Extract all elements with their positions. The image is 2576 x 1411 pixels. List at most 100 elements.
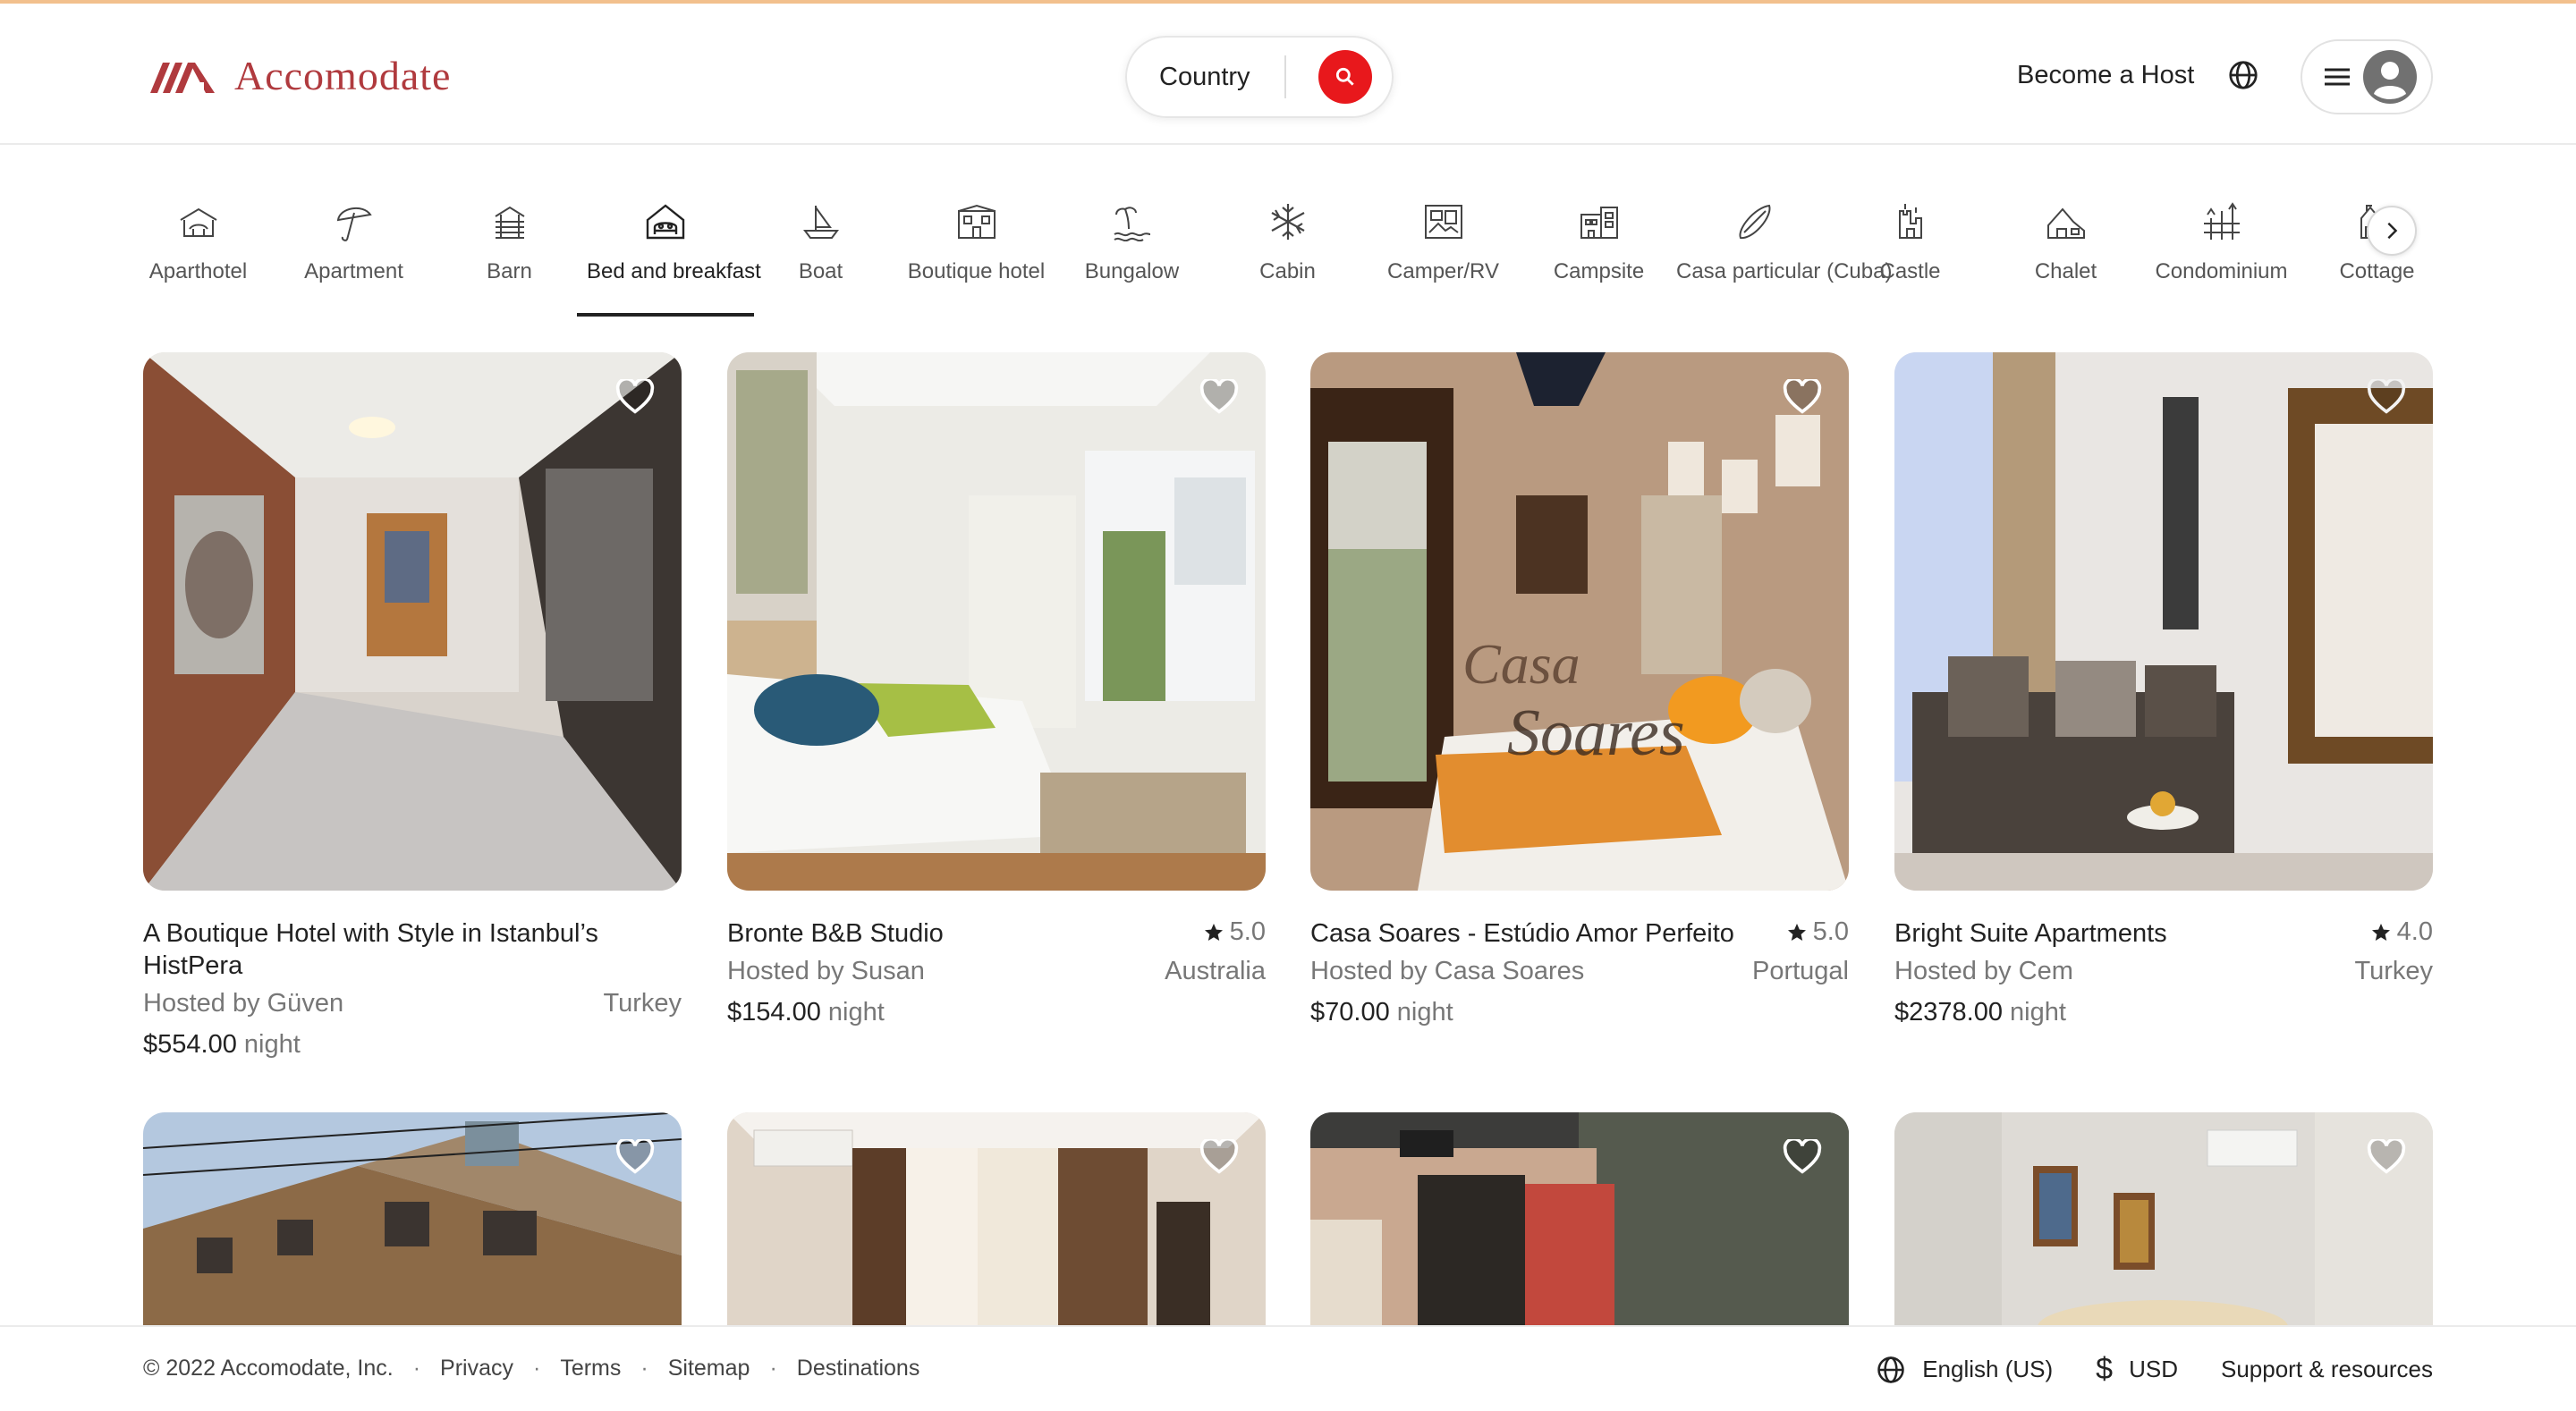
- boutique-hotel-icon: [957, 204, 996, 239]
- star-icon: [2371, 923, 2390, 941]
- listing-rating-value: 5.0: [1812, 917, 1849, 946]
- listing-card[interactable]: Bronte B&B Studio 5.0 Hosted by Susan Au…: [727, 352, 1266, 1028]
- listing-price-unit: night: [243, 1030, 301, 1059]
- category-bungalow[interactable]: Bungalow: [1054, 202, 1210, 284]
- footer-separator: ·: [533, 1356, 541, 1381]
- language-button[interactable]: [2227, 59, 2259, 96]
- listing-photo-hallway: [143, 352, 682, 891]
- listing-price: $154.00 night: [727, 996, 1266, 1028]
- listing-rating-value: 5.0: [1229, 917, 1266, 946]
- listing-title[interactable]: Bright Suite Apartments: [1894, 917, 2167, 950]
- category-bed-and-breakfast[interactable]: Bed and breakfast: [587, 202, 761, 284]
- dollar-icon: $: [2096, 1352, 2114, 1386]
- listing-photo[interactable]: [727, 352, 1266, 891]
- footer-link-destinations[interactable]: Destinations: [797, 1356, 920, 1381]
- category-chalet[interactable]: Chalet: [1987, 202, 2144, 284]
- heart-icon: [1199, 1136, 1239, 1174]
- user-menu-button[interactable]: [2301, 39, 2433, 114]
- user-avatar-icon: [2363, 50, 2417, 104]
- listing-price-unit: night: [1396, 998, 1453, 1027]
- heart-icon: [615, 1136, 655, 1174]
- footer-link-privacy[interactable]: Privacy: [440, 1356, 513, 1381]
- language-selector[interactable]: English (US): [1876, 1355, 2053, 1385]
- star-icon: [1787, 923, 1806, 941]
- currency-selector[interactable]: $ USD: [2096, 1352, 2178, 1387]
- listing-card[interactable]: [1310, 1112, 1849, 1327]
- footer-right: English (US) $ USD Support & resources: [1833, 1352, 2433, 1387]
- category-camper-rv[interactable]: Camper/RV: [1365, 202, 1521, 284]
- category-condominium[interactable]: Condominium: [2143, 202, 2300, 284]
- footer-link-terms[interactable]: Terms: [560, 1356, 621, 1381]
- castle-icon: [1898, 204, 1922, 239]
- chalet-icon: [2046, 207, 2085, 239]
- category-casa-particular[interactable]: Casa particular (Cuba): [1676, 202, 1892, 284]
- listing-photo-casa-soares: Casa Soares: [1310, 352, 1849, 891]
- listing-price: $70.00 night: [1310, 996, 1849, 1028]
- brand-logo[interactable]: Accomodate: [150, 52, 451, 99]
- favorite-button[interactable]: [2367, 1136, 2406, 1179]
- favorite-button[interactable]: [1199, 376, 1239, 419]
- support-link[interactable]: Support & resources: [2221, 1356, 2433, 1383]
- boat-icon: [802, 206, 839, 239]
- listing-photo-building: [143, 1112, 682, 1327]
- heart-icon: [2367, 376, 2406, 414]
- globe-icon: [2229, 61, 2258, 89]
- favorite-button[interactable]: [1199, 1136, 1239, 1179]
- search-divider: [1284, 55, 1286, 98]
- footer-link-sitemap[interactable]: Sitemap: [668, 1356, 750, 1381]
- category-boutique-hotel[interactable]: Boutique hotel: [898, 202, 1055, 284]
- brand-name: Accomodate: [234, 53, 452, 98]
- listing-photo[interactable]: [1894, 352, 2433, 891]
- listing-title[interactable]: Casa Soares - Estúdio Amor Perfeito: [1310, 917, 1734, 950]
- listing-country: Turkey: [2354, 957, 2433, 985]
- bed-and-breakfast-icon: [646, 204, 684, 240]
- listing-title[interactable]: Bronte B&B Studio: [727, 917, 944, 950]
- listing-photo[interactable]: Casa Soares: [1310, 352, 1849, 891]
- search-country-label[interactable]: Country: [1159, 63, 1267, 92]
- camper-icon: [1424, 205, 1462, 239]
- listing-card[interactable]: [143, 1112, 682, 1327]
- footer-separator: ·: [769, 1356, 777, 1381]
- listing-title[interactable]: A Boutique Hotel with Style in Istanbul’…: [143, 917, 608, 982]
- copyright: © 2022 Accomodate, Inc.: [143, 1356, 394, 1381]
- become-host-link[interactable]: Become a Host: [2017, 61, 2194, 90]
- accomodate-logo-icon: [150, 62, 215, 93]
- category-next-button[interactable]: [2367, 206, 2417, 256]
- listing-host: Hosted by Güven: [143, 989, 344, 1018]
- listing-price-unit: night: [2010, 998, 2066, 1027]
- listing-card[interactable]: [1894, 1112, 2433, 1327]
- header: Accomodate Country Become a Host: [0, 4, 2576, 145]
- favorite-button[interactable]: [615, 1136, 655, 1179]
- listing-card[interactable]: Bright Suite Apartments 4.0 Hosted by Ce…: [1894, 352, 2433, 1028]
- footer-left: © 2022 Accomodate, Inc. · Privacy · Term…: [143, 1356, 919, 1381]
- listing-card[interactable]: [727, 1112, 1266, 1327]
- category-apartment[interactable]: Apartment: [275, 202, 432, 284]
- category-barn[interactable]: Barn: [431, 202, 588, 284]
- svg-text:Casa: Casa: [1462, 632, 1580, 696]
- favorite-button[interactable]: [615, 376, 655, 419]
- umbrella-icon: [336, 207, 372, 241]
- category-aparthotel[interactable]: Aparthotel: [120, 202, 276, 284]
- listing-photo[interactable]: [143, 352, 682, 891]
- listing-photo-suite: [1894, 352, 2433, 891]
- listing-host: Hosted by Casa Soares: [1310, 957, 1585, 985]
- search-bar[interactable]: Country: [1125, 36, 1394, 118]
- listing-photo-red-house: [1310, 1112, 1849, 1327]
- heart-icon: [1783, 376, 1822, 414]
- listing-photo-wall-art: [1894, 1112, 2433, 1327]
- search-button[interactable]: [1318, 50, 1372, 104]
- category-cabin[interactable]: Cabin: [1209, 202, 1366, 284]
- listing-price-value: $2378.00: [1894, 998, 2003, 1027]
- favorite-button[interactable]: [1783, 376, 1822, 419]
- category-campsite[interactable]: Campsite: [1521, 202, 1677, 284]
- listing-country: Portugal: [1751, 957, 1849, 985]
- favorite-button[interactable]: [1783, 1136, 1822, 1179]
- category-castle[interactable]: Castle: [1832, 202, 1988, 284]
- category-boat[interactable]: Boat: [742, 202, 899, 284]
- heart-icon: [1783, 1136, 1822, 1174]
- favorite-button[interactable]: [2367, 376, 2406, 419]
- aparthotel-icon: [179, 207, 217, 237]
- listing-card[interactable]: A Boutique Hotel with Style in Istanbul’…: [143, 352, 682, 1060]
- footer: © 2022 Accomodate, Inc. · Privacy · Term…: [0, 1325, 2576, 1411]
- listing-card[interactable]: Casa Soares Casa Soares - Estúdio Amor P…: [1310, 352, 1849, 1028]
